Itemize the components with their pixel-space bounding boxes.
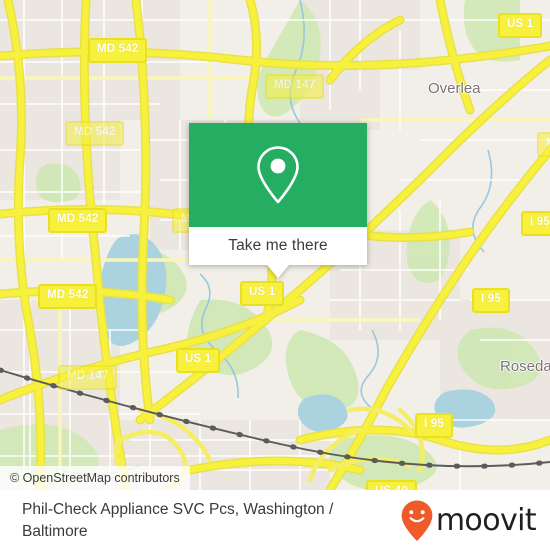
- place-label-roseda: Roseda: [500, 358, 550, 375]
- map-canvas[interactable]: Overlea Roseda US 1 MD 542 MD 147 MD 542…: [0, 0, 550, 490]
- road-shield-us40-a[interactable]: US 40: [366, 480, 417, 490]
- location-popup-card[interactable]: Take me there: [189, 123, 367, 278]
- road-shield-md147-a[interactable]: MD 147: [265, 74, 325, 99]
- popup-footer[interactable]: Take me there: [189, 227, 367, 265]
- map-screen: Overlea Roseda US 1 MD 542 MD 147 MD 542…: [0, 0, 550, 550]
- road-shield-i95-b[interactable]: I 95: [472, 288, 510, 313]
- road-shield-md542-d[interactable]: MD 542: [38, 284, 98, 309]
- road-shield-i95-c[interactable]: I 95: [415, 413, 453, 438]
- road-shield-md542-a[interactable]: MD 542: [88, 38, 148, 63]
- moovit-pin-smile-icon: [400, 499, 434, 543]
- road-shield-md542-c[interactable]: MD 542: [48, 208, 108, 233]
- road-shield-i95-a[interactable]: I 95: [521, 211, 550, 236]
- map-pin-icon: [254, 144, 302, 206]
- road-shield-us1-a[interactable]: US 1: [498, 13, 543, 38]
- attribution-text[interactable]: © OpenStreetMap contributors: [0, 466, 190, 490]
- place-title: Phil-Check Appliance SVC Pcs, Washington…: [22, 500, 334, 540]
- road-shield-md542-b[interactable]: MD 542: [65, 121, 125, 146]
- road-shield-md1-a[interactable]: MD 1: [537, 132, 550, 157]
- road-shield-us1-c[interactable]: US 1: [176, 348, 221, 373]
- popup-header: [189, 123, 367, 227]
- footer-bar: Phil-Check Appliance SVC Pcs, Washington…: [0, 490, 550, 550]
- road-shield-md147-b[interactable]: MD 147: [58, 365, 118, 390]
- moovit-logo[interactable]: moovit: [400, 499, 537, 543]
- popup-pointer-tail: [267, 265, 289, 278]
- road-shield-us1-b[interactable]: US 1: [240, 281, 285, 306]
- place-label-overlea: Overlea: [428, 80, 481, 97]
- moovit-wordmark: moovit: [435, 503, 537, 538]
- take-me-there-button[interactable]: Take me there: [228, 237, 328, 255]
